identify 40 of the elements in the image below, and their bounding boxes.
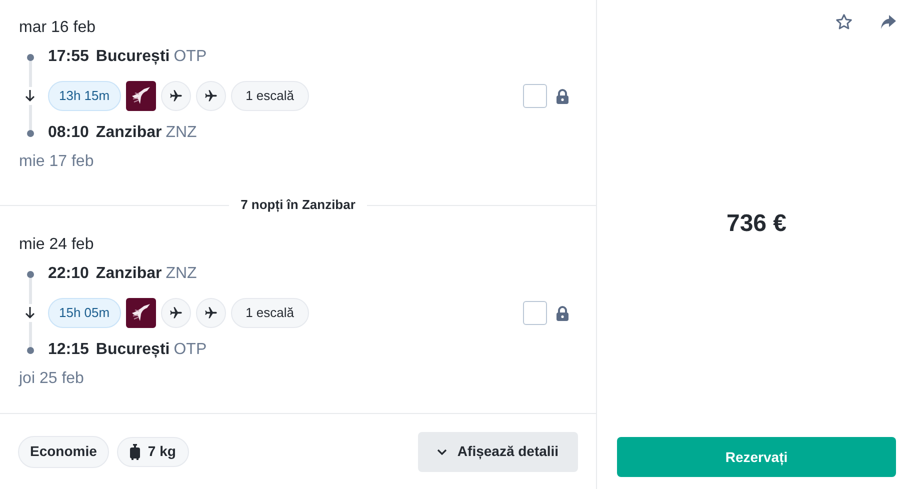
airplane-icon [160, 298, 191, 328]
chevron-down-icon [437, 448, 448, 454]
price-text: 736 € [726, 209, 787, 239]
share-icon[interactable] [880, 14, 896, 30]
lock-icon [556, 88, 569, 104]
star-icon[interactable] [835, 13, 853, 31]
down-arrow-icon [25, 307, 35, 319]
airport-code: ZNZ [166, 123, 197, 143]
arrival-date: mie 17 feb [18, 152, 95, 172]
fare-class-chip: Economie [18, 436, 109, 468]
stops-chip: 1 escală [230, 298, 310, 328]
baggage-chip: 7 kg [116, 436, 189, 466]
suitcase-icon [130, 444, 140, 460]
arrival-time: 08:10 [48, 123, 89, 143]
departure-date: mie 24 feb [18, 235, 95, 255]
duration-chip: 13h 15m [48, 81, 121, 111]
airport-code: OTP [174, 340, 207, 360]
arrival-time: 12:15 [48, 340, 89, 360]
departure-time: 22:10 [48, 264, 89, 284]
duration-chip: 15h 05m [48, 298, 121, 328]
departure-time: 17:55 [48, 47, 89, 67]
down-arrow-icon [25, 90, 35, 102]
stops-chip: 1 escală [230, 81, 310, 111]
airport-code: OTP [174, 47, 207, 67]
city-name: București [96, 47, 170, 67]
checkbox[interactable] [523, 84, 547, 108]
city-name: Zanzibar [96, 264, 162, 284]
airport-code: ZNZ [166, 264, 197, 284]
airplane-icon [196, 298, 226, 328]
show-details-button[interactable]: Afișează detalii [418, 432, 578, 472]
airline-logo [126, 81, 156, 111]
airplane-icon [196, 81, 226, 111]
checkbox[interactable] [523, 301, 547, 325]
lock-icon [556, 306, 569, 320]
city-name: Zanzibar [96, 123, 162, 143]
arrival-date: joi 25 feb [18, 369, 85, 389]
city-name: București [96, 340, 170, 360]
departure-date: mar 16 feb [18, 18, 96, 38]
airplane-icon [160, 81, 191, 111]
airline-logo [126, 298, 156, 328]
